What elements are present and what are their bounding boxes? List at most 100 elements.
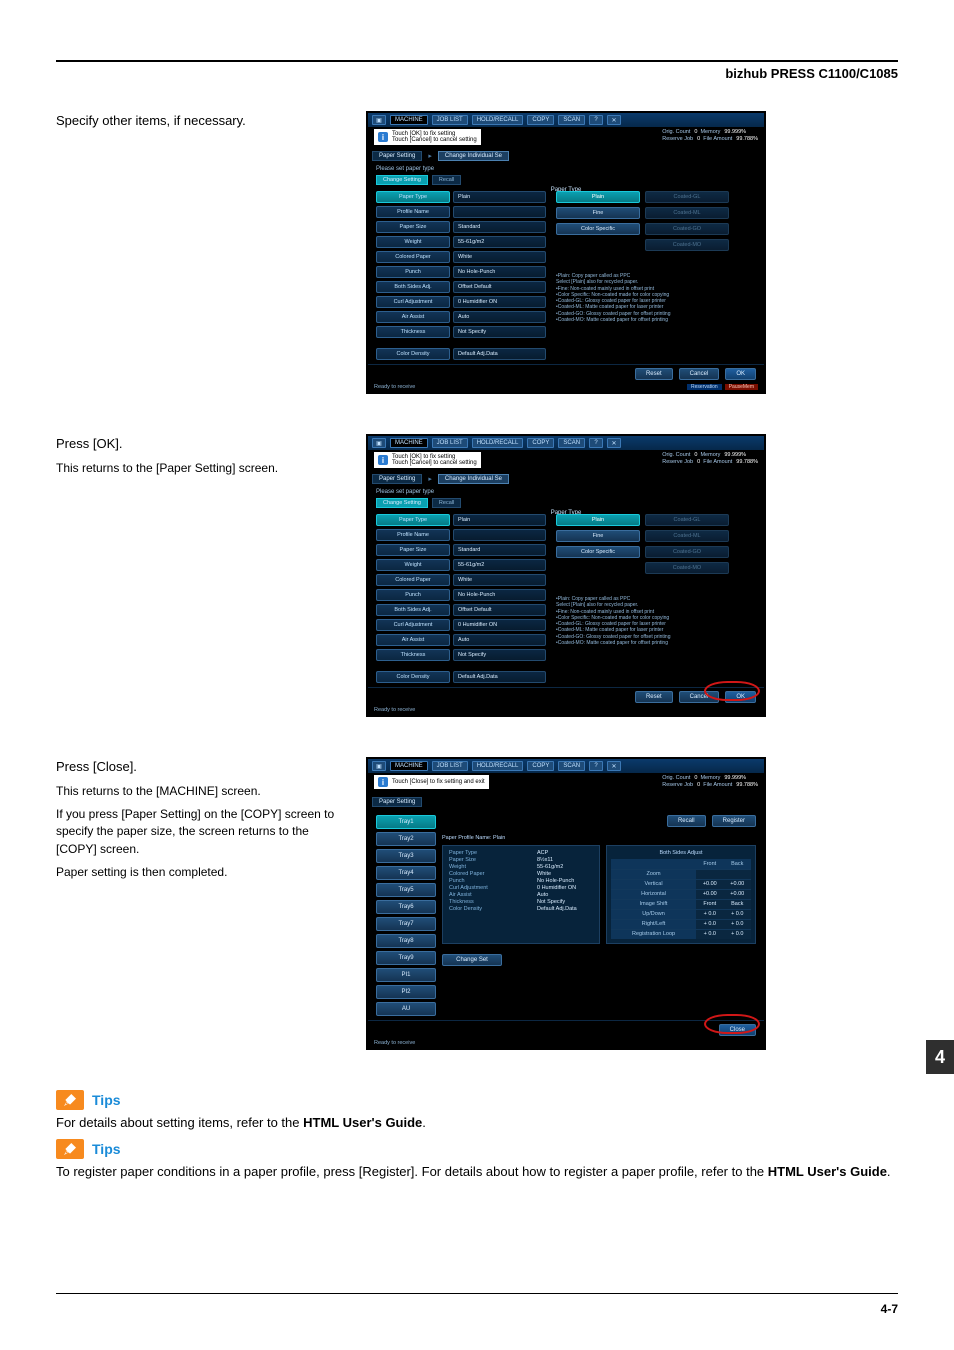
tray-button[interactable]: Tray8	[376, 934, 436, 948]
detail-row: ThicknessNot Specify	[449, 899, 593, 905]
row-thick-value: Not Specify	[453, 326, 546, 338]
row-papertype-label[interactable]: Paper Type	[376, 514, 450, 526]
ok-button[interactable]: OK	[725, 691, 756, 703]
tab-recall[interactable]: HOLD/RECALL	[472, 438, 524, 448]
row-air-label[interactable]: Air Assist	[376, 311, 450, 323]
tab-copy[interactable]: COPY	[527, 761, 554, 771]
tab-joblist[interactable]: JOB LIST	[432, 761, 468, 771]
screenshot-3: ▣ MACHINE JOB LIST HOLD/RECALL COPY SCAN…	[366, 757, 766, 1050]
row-curl-label[interactable]: Curl Adjustment	[376, 619, 450, 631]
tab-joblist[interactable]: JOB LIST	[432, 438, 468, 448]
row-curl-label[interactable]: Curl Adjustment	[376, 296, 450, 308]
row-color-label[interactable]: Color Density	[376, 348, 450, 360]
row-air-value: Auto	[453, 634, 546, 646]
tray-button[interactable]: Tray5	[376, 883, 436, 897]
row-colored-label[interactable]: Colored Paper	[376, 574, 450, 586]
opt-gl[interactable]: Coated-GL	[645, 514, 729, 526]
step3-lead: Press [Close].	[56, 757, 346, 777]
help-icon[interactable]: ?	[589, 761, 603, 771]
opt-plain[interactable]: Plain	[556, 514, 640, 526]
help-icon[interactable]: ?	[589, 438, 603, 448]
opt-fine[interactable]: Fine	[556, 207, 640, 219]
tab-machine[interactable]: MACHINE	[390, 115, 428, 125]
tab-joblist[interactable]: JOB LIST	[432, 115, 468, 125]
subtab-change[interactable]: Change Setting	[376, 498, 428, 508]
help-icon[interactable]: ?	[589, 115, 603, 125]
opt-go[interactable]: Coated-GO	[645, 546, 729, 558]
changeset-button[interactable]: Change Set	[442, 954, 502, 966]
message-box: i Touch [OK] to fix setting Touch [Cance…	[374, 452, 481, 468]
tab-machine[interactable]: MACHINE	[390, 438, 428, 448]
close-button[interactable]: Close	[719, 1024, 756, 1036]
tray-button[interactable]: Tray9	[376, 951, 436, 965]
cancel-button[interactable]: Cancel	[679, 368, 720, 380]
close-icon[interactable]: ✕	[607, 438, 621, 448]
crumb-paper-setting[interactable]: Paper Setting	[372, 474, 422, 484]
row-thick-label[interactable]: Thickness	[376, 326, 450, 338]
opt-ml[interactable]: Coated-ML	[645, 530, 729, 542]
tray-button[interactable]: Tray4	[376, 866, 436, 880]
tab-copy[interactable]: COPY	[527, 438, 554, 448]
tab-copy[interactable]: COPY	[527, 115, 554, 125]
reset-button[interactable]: Reset	[635, 368, 673, 380]
subtab-change[interactable]: Change Setting	[376, 175, 428, 185]
tray-button[interactable]: Tray3	[376, 849, 436, 863]
row-air-label[interactable]: Air Assist	[376, 634, 450, 646]
adjust-panel: Both Sides Adjust FrontBackZoom Vertical…	[606, 845, 756, 944]
status-ready: Ready to receive	[374, 384, 415, 390]
opt-plain[interactable]: Plain	[556, 191, 640, 203]
opt-gl[interactable]: Coated-GL	[645, 191, 729, 203]
cancel-button[interactable]: Cancel	[679, 691, 720, 703]
row-punch-label[interactable]: Punch	[376, 266, 450, 278]
tab-recall[interactable]: HOLD/RECALL	[472, 115, 524, 125]
row-color-label[interactable]: Color Density	[376, 671, 450, 683]
row-size-label[interactable]: Paper Size	[376, 544, 450, 556]
tray-button[interactable]: Tray2	[376, 832, 436, 846]
row-papertype-label[interactable]: Paper Type	[376, 191, 450, 203]
tray-button[interactable]: PI2	[376, 985, 436, 999]
row-both-label[interactable]: Both Sides Adj.	[376, 281, 450, 293]
opt-mo[interactable]: Coated-MO	[645, 562, 729, 574]
tab-recall[interactable]: HOLD/RECALL	[472, 761, 524, 771]
opt-go[interactable]: Coated-GO	[645, 223, 729, 235]
row-punch-label[interactable]: Punch	[376, 589, 450, 601]
recall-button[interactable]: Recall	[667, 815, 706, 827]
crumb-paper-setting[interactable]: Paper Setting	[372, 151, 422, 161]
crumb-change-individual[interactable]: Change Individual Se	[438, 474, 509, 484]
detail-row: Weight55-61g/m2	[449, 864, 593, 870]
row-both-label[interactable]: Both Sides Adj.	[376, 604, 450, 616]
info-icon: i	[378, 132, 388, 142]
row-profile-label[interactable]: Profile Name	[376, 206, 450, 218]
row-thick-label[interactable]: Thickness	[376, 649, 450, 661]
row-profile-label[interactable]: Profile Name	[376, 529, 450, 541]
tab-machine[interactable]: MACHINE	[390, 761, 428, 771]
opt-fine[interactable]: Fine	[556, 530, 640, 542]
ok-button[interactable]: OK	[725, 368, 756, 380]
subheader: Please set paper type	[368, 486, 764, 498]
detail-row: Paper Size8½x11	[449, 857, 593, 863]
opt-mo[interactable]: Coated-MO	[645, 239, 729, 251]
tray-button[interactable]: Tray6	[376, 900, 436, 914]
close-icon[interactable]: ✕	[607, 761, 621, 771]
tab-scan[interactable]: SCAN	[558, 115, 585, 125]
subtab-recall[interactable]: Recall	[432, 498, 461, 508]
row-colored-label[interactable]: Colored Paper	[376, 251, 450, 263]
tab-scan[interactable]: SCAN	[558, 761, 585, 771]
row-size-label[interactable]: Paper Size	[376, 221, 450, 233]
opt-colorspec[interactable]: Color Specific	[556, 223, 640, 235]
tray-button[interactable]: Tray1	[376, 815, 436, 829]
subtab-recall[interactable]: Recall	[432, 175, 461, 185]
opt-ml[interactable]: Coated-ML	[645, 207, 729, 219]
register-button[interactable]: Register	[712, 815, 756, 827]
crumb-change-individual[interactable]: Change Individual Se	[438, 151, 509, 161]
tray-button[interactable]: PI1	[376, 968, 436, 982]
row-weight-label[interactable]: Weight	[376, 559, 450, 571]
crumb-paper-setting[interactable]: Paper Setting	[372, 797, 422, 807]
opt-colorspec[interactable]: Color Specific	[556, 546, 640, 558]
tab-scan[interactable]: SCAN	[558, 438, 585, 448]
row-weight-label[interactable]: Weight	[376, 236, 450, 248]
tray-button[interactable]: Tray7	[376, 917, 436, 931]
tray-button[interactable]: AU	[376, 1002, 436, 1016]
reset-button[interactable]: Reset	[635, 691, 673, 703]
close-icon[interactable]: ✕	[607, 115, 621, 125]
